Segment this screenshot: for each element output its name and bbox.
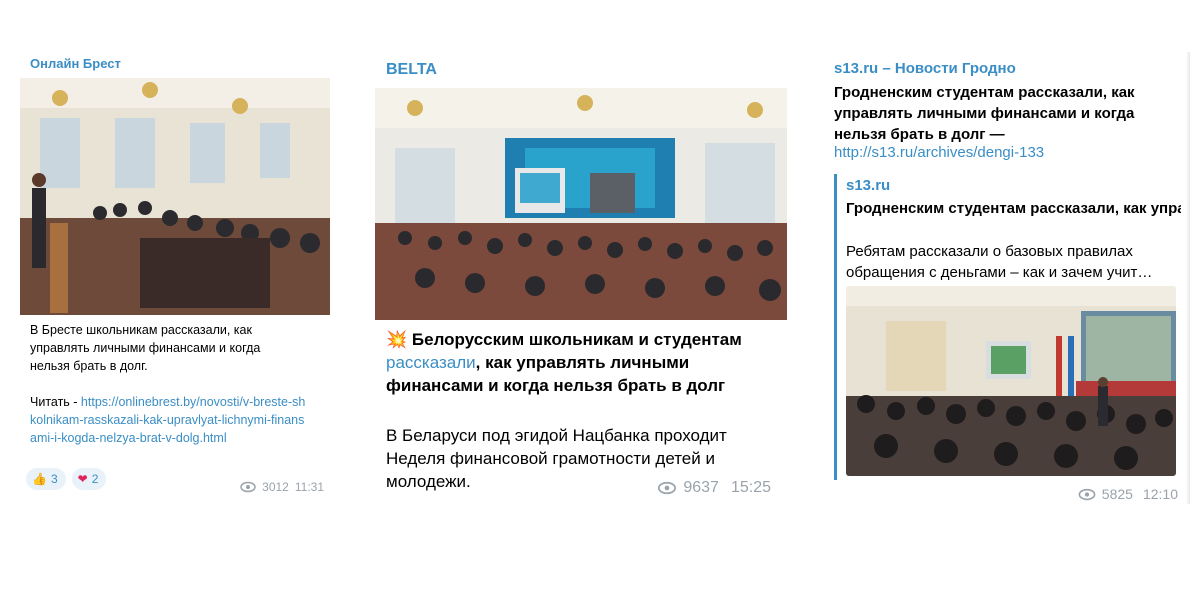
read-more: Читать - https://onlinebrest.by/novosti/… [30, 393, 310, 447]
explosion-icon: 💥 [386, 330, 408, 349]
post-card-s13: s13.ru – Новости Гродно Гродненским студ… [822, 52, 1190, 504]
eye-icon [1078, 488, 1096, 500]
post-photo[interactable] [375, 88, 787, 320]
link-preview[interactable]: s13.ru Гродненским студентам рассказали,… [834, 174, 1182, 480]
reaction-count: 3 [50, 472, 58, 486]
post-meta: 9637 15:25 [657, 479, 771, 497]
post-text: В Бресте школьникам рассказали, как упра… [30, 323, 261, 373]
read-label: Читать - [30, 395, 81, 409]
preview-photo[interactable] [846, 286, 1176, 476]
post-headline: 💥 Белорусским школьникам и студентам рас… [386, 330, 742, 395]
post-photo[interactable] [20, 78, 330, 315]
headline-link[interactable]: рассказали [386, 353, 476, 372]
post-time: 12:10 [1142, 486, 1178, 502]
thumbs-up-icon: 👍 [32, 472, 47, 486]
post-time: 11:31 [294, 480, 324, 494]
post-time: 15:25 [730, 479, 771, 496]
card-edge [1186, 52, 1190, 504]
preview-description: Ребятам рассказали о базовых правилах об… [846, 243, 1153, 281]
preview-title: Гродненским студентам рассказали, как уп… [846, 200, 1181, 217]
preview-site: s13.ru [846, 177, 891, 194]
channel-name[interactable]: Онлайн Брест [30, 56, 121, 71]
channel-name[interactable]: s13.ru – Новости Гродно [834, 60, 1016, 77]
channel-name[interactable]: BELTA [386, 61, 437, 79]
heart-icon: ❤ [77, 472, 88, 486]
reaction-thumbs-up[interactable]: 👍 3 [26, 468, 66, 490]
post-text: Гродненским студентам рассказали, как уп… [834, 84, 1135, 143]
reaction-heart[interactable]: ❤ 2 [71, 468, 107, 490]
post-meta: 3012 11:31 [240, 480, 324, 494]
reaction-count: 2 [91, 472, 99, 486]
article-link[interactable]: http://s13.ru/archives/dengi-133 [834, 144, 1044, 161]
view-count: 3012 [262, 480, 289, 494]
post-meta: 5825 12:10 [1078, 486, 1178, 502]
post-card-online-brest: Онлайн Брест В Бресте школьникам рассказ… [20, 50, 334, 500]
view-count: 9637 [683, 479, 719, 496]
eye-icon [658, 481, 677, 495]
view-count: 5825 [1101, 486, 1133, 502]
eye-icon [240, 481, 256, 493]
reactions-bar: 👍 3 ❤ 2 [26, 468, 107, 490]
post-card-belta: BELTA 💥 Белорусским школьникам и студент… [375, 56, 787, 501]
